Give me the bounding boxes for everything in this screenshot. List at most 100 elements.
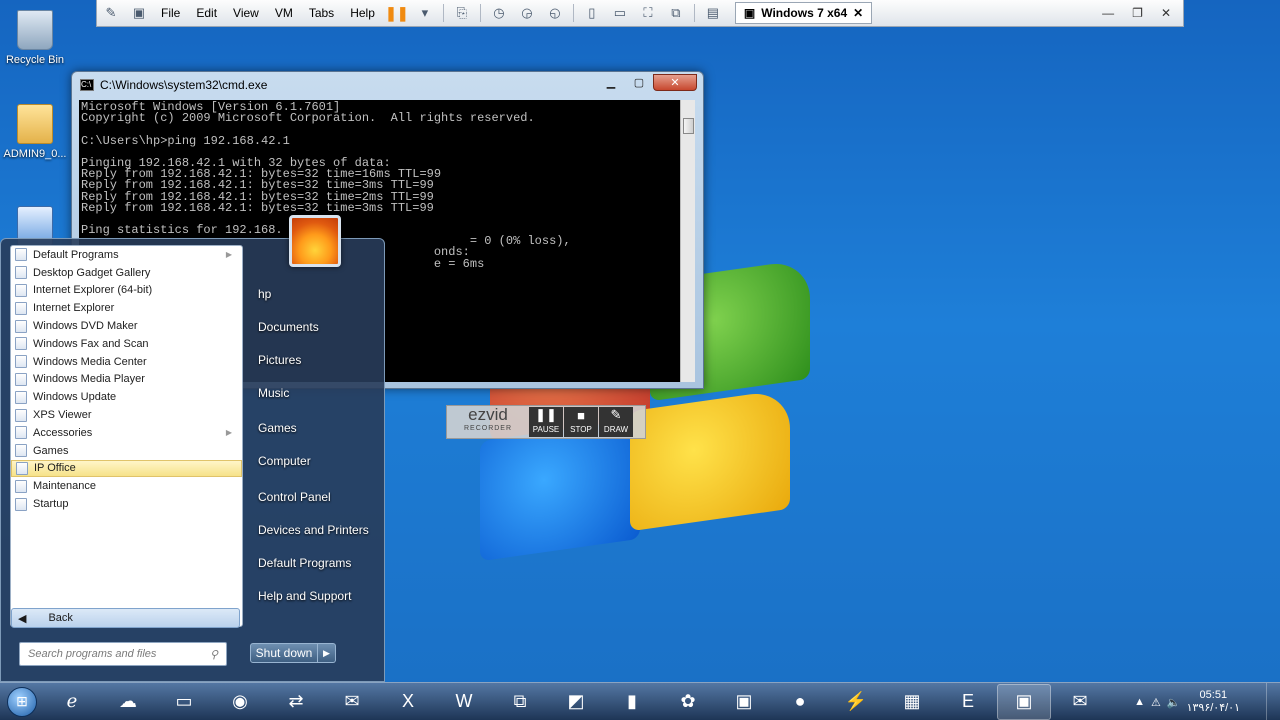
close-icon[interactable]: ✕	[1161, 6, 1171, 20]
program-item[interactable]: IP Office	[11, 459, 242, 478]
program-item[interactable]: Windows Media Player	[11, 371, 242, 389]
user-avatar[interactable]	[289, 215, 341, 267]
word-icon[interactable]: W	[437, 684, 491, 720]
program-item[interactable]: Startup	[11, 495, 242, 513]
paint-icon[interactable]: ✿	[661, 684, 715, 720]
calculator-icon[interactable]: ▦	[885, 684, 939, 720]
shutdown-options-icon[interactable]: ▶	[318, 643, 336, 663]
restore-icon[interactable]: ❐	[1132, 6, 1143, 20]
folder-icon	[15, 266, 27, 280]
unity-icon[interactable]: ⧉	[665, 3, 687, 23]
program-item[interactable]: Accessories ▶	[11, 424, 242, 442]
tab-list-icon[interactable]: ▤	[702, 3, 724, 23]
windows-icon: ⊞	[7, 686, 37, 717]
remote-desktop-icon[interactable]: ▣	[717, 684, 771, 720]
menu-tabs[interactable]: Tabs	[301, 6, 342, 20]
pause-icon[interactable]: ❚❚	[385, 3, 408, 23]
program-item[interactable]: Windows Media Center	[11, 353, 242, 371]
program-item[interactable]: Games	[11, 442, 242, 460]
snapshot-manager-icon[interactable]: ◵	[544, 3, 566, 23]
chevron-down-icon[interactable]: ▾	[414, 3, 436, 23]
program-label: Games	[33, 444, 69, 457]
close-icon[interactable]: ✕	[653, 74, 697, 91]
folder-icon	[15, 444, 27, 458]
start-item-default-programs[interactable]: Default Programs	[258, 556, 351, 570]
cmd-line: Copyright (c) 2009 Microsoft Corporation…	[81, 111, 535, 126]
pin-icon[interactable]: ✎	[100, 3, 122, 23]
vpn-icon[interactable]: ⚡	[829, 684, 883, 720]
start-item-pictures[interactable]: Pictures	[258, 353, 301, 367]
program-item[interactable]: Internet Explorer	[11, 299, 242, 317]
vmware-taskbar-icon[interactable]: ▣	[997, 683, 1051, 720]
program-item[interactable]: Internet Explorer (64-bit)	[11, 282, 242, 300]
program-item[interactable]: Windows Update	[11, 388, 242, 406]
back-button[interactable]: ◀ Back	[11, 608, 240, 628]
start-item-help-support[interactable]: Help and Support	[258, 589, 351, 603]
show-hidden-icons-icon[interactable]: ▲	[1134, 696, 1145, 708]
clock[interactable]: 05:51 ۱۳۹۶/۰۴/۰۱	[1187, 689, 1240, 715]
start-item-devices-printers[interactable]: Devices and Printers	[258, 523, 369, 537]
start-button[interactable]: ⊞	[0, 683, 44, 720]
chat-icon[interactable]: ✉	[1053, 684, 1107, 720]
cmd-taskbar-icon[interactable]: ▮	[605, 684, 659, 720]
start-item-control-panel[interactable]: Control Panel	[258, 490, 331, 504]
menu-edit[interactable]: Edit	[188, 6, 225, 20]
program-item[interactable]: XPS Viewer	[11, 406, 242, 424]
console-icon[interactable]: ▭	[609, 3, 631, 23]
start-item-games[interactable]: Games	[258, 421, 297, 435]
shutdown-control: Shut down ▶	[250, 643, 336, 663]
media-icon[interactable]: ●	[773, 684, 827, 720]
folder-icon[interactable]: ADMIN9_0...	[0, 98, 70, 160]
teamviewer-icon[interactable]: ⇄	[269, 684, 323, 720]
ezvid-draw-button[interactable]: ✎ DRAW	[599, 407, 633, 437]
outlook-icon[interactable]: ✉	[325, 684, 379, 720]
start-item-documents[interactable]: Documents	[258, 320, 319, 334]
program-item[interactable]: Maintenance	[11, 477, 242, 495]
system-tray: ▲ ⚠ 🔈 05:51 ۱۳۹۶/۰۴/۰۱	[1134, 683, 1240, 720]
network-icon[interactable]: ⧉	[493, 684, 547, 720]
onedrive-icon[interactable]: ☁	[101, 684, 155, 720]
folder-icon	[16, 461, 28, 475]
start-item-music[interactable]: Music	[258, 386, 289, 400]
library-icon[interactable]: ▯	[581, 3, 603, 23]
cmd-scrollbar[interactable]	[680, 100, 695, 382]
program-item[interactable]: Default Programs ▶	[11, 246, 242, 264]
internet-explorer-icon[interactable]: ℯ	[45, 684, 99, 720]
minimize-icon[interactable]: —	[1102, 6, 1114, 20]
shutdown-button[interactable]: Shut down	[250, 643, 318, 663]
minimize-icon[interactable]: ▁	[597, 74, 625, 91]
text-app-icon[interactable]: E	[941, 684, 995, 720]
ezvid-pause-button[interactable]: ❚❚ PAUSE	[529, 407, 563, 437]
red-app-icon[interactable]: ◩	[549, 684, 603, 720]
search-input[interactable]: Search programs and files ⚲	[19, 642, 227, 666]
network-status-icon[interactable]: ⚠	[1151, 696, 1161, 709]
vmware-home-icon[interactable]: ▣	[128, 3, 150, 23]
menu-view[interactable]: View	[225, 6, 267, 20]
menu-help[interactable]: Help	[342, 6, 383, 20]
program-item[interactable]: Windows Fax and Scan	[11, 335, 242, 353]
excel-icon[interactable]: X	[381, 684, 435, 720]
explorer-icon[interactable]: ▭	[157, 684, 211, 720]
folder-icon	[15, 355, 27, 369]
snapshot-icon[interactable]: ◷	[488, 3, 510, 23]
revert-snapshot-icon[interactable]: ◶	[516, 3, 538, 23]
close-icon[interactable]: ✕	[853, 6, 863, 20]
vm-tab[interactable]: ▣ Windows 7 x64 ✕	[734, 2, 873, 24]
show-desktop-button[interactable]	[1266, 683, 1280, 720]
menu-file[interactable]: File	[153, 6, 188, 20]
fullscreen-icon[interactable]: ⛶	[637, 3, 659, 23]
program-item[interactable]: Windows DVD Maker	[11, 317, 242, 335]
speaker-icon[interactable]: 🔈	[1167, 696, 1181, 709]
start-item-user[interactable]: hp	[258, 287, 271, 301]
maximize-icon[interactable]: ▢	[625, 74, 653, 91]
menu-vm[interactable]: VM	[267, 6, 301, 20]
start-item-computer[interactable]: Computer	[258, 454, 311, 468]
chevron-right-icon: ▶	[225, 250, 232, 260]
program-label: Accessories	[33, 426, 93, 439]
search-icon: ⚲	[209, 648, 218, 661]
program-item[interactable]: Desktop Gadget Gallery	[11, 264, 242, 282]
send-keys-icon[interactable]: ⎘	[451, 3, 473, 23]
chrome-icon[interactable]: ◉	[213, 684, 267, 720]
ezvid-stop-button[interactable]: ■ STOP	[564, 407, 598, 437]
recycle-bin-icon[interactable]: Recycle Bin	[0, 4, 70, 66]
